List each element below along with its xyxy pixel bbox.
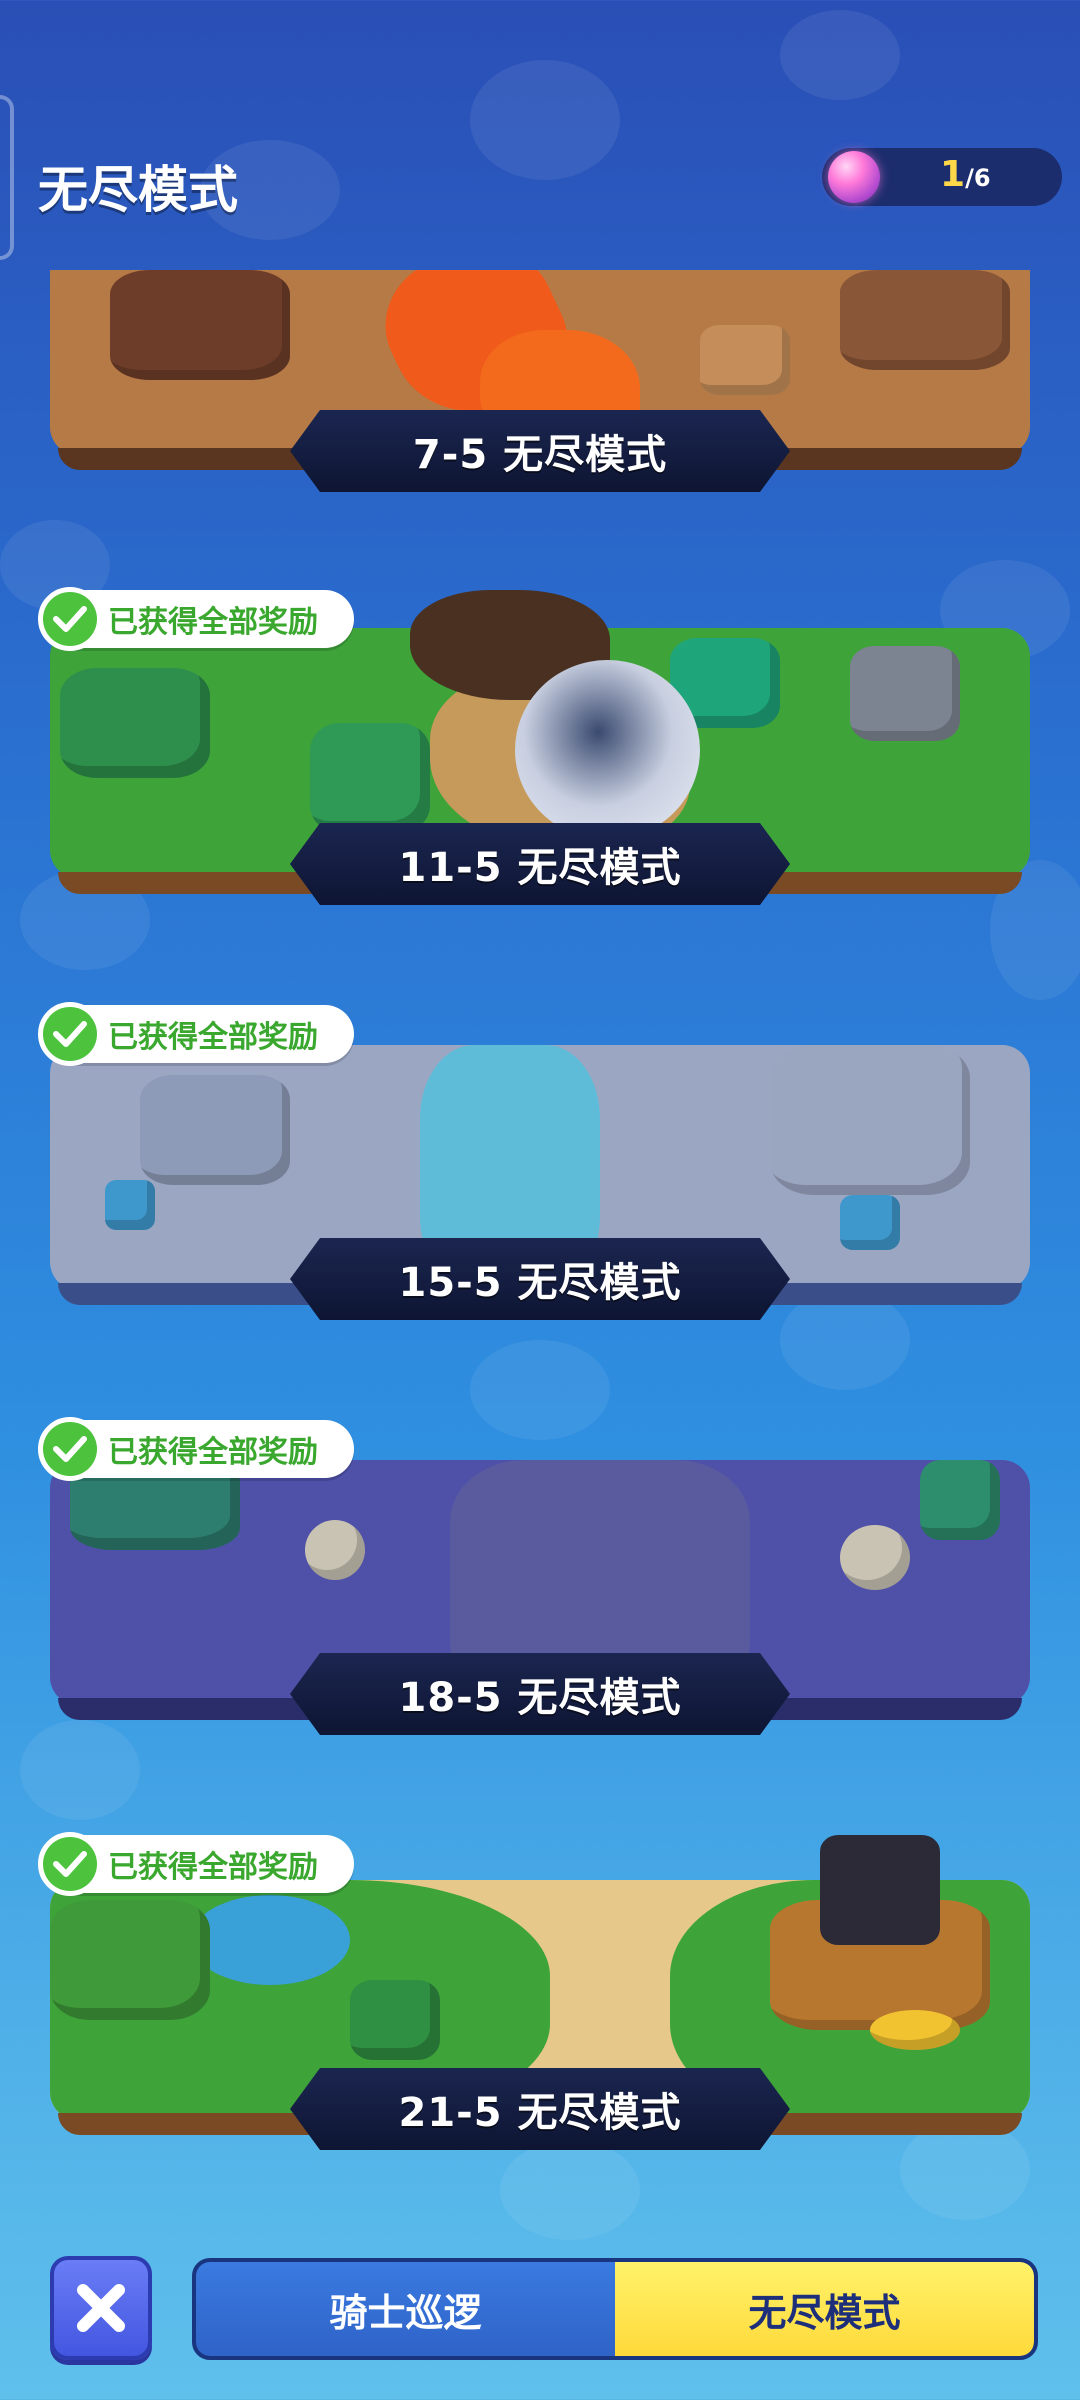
reward-badge-text: 已获得全部奖励 [108, 1435, 318, 1470]
level-card-18-5[interactable]: 18-5 无尽模式 已获得全部奖励 [38, 1417, 1030, 1740]
close-icon [77, 2284, 125, 2332]
gem-icon [828, 151, 880, 203]
reward-badge-text: 已获得全部奖励 [108, 605, 318, 640]
crystal [105, 1180, 155, 1230]
reward-claimed-badge: 已获得全部奖励 [38, 587, 354, 651]
gold-coins [870, 2010, 960, 2050]
rock [850, 646, 960, 741]
tombstone [840, 1525, 910, 1590]
tab-endless-mode[interactable]: 无尽模式 [615, 2262, 1034, 2356]
back-edge-handle[interactable] [0, 95, 14, 260]
ship-sail [820, 1835, 940, 1945]
background-decoration [780, 10, 900, 100]
gem-count: 1/6 [940, 154, 991, 195]
check-icon [38, 1002, 102, 1066]
tree [60, 668, 210, 778]
tab-knight-patrol[interactable]: 骑士巡逻 [196, 2262, 615, 2356]
gem-count-current: 1 [940, 154, 966, 195]
background-decoration [500, 2140, 640, 2240]
ice-rock [770, 1045, 970, 1195]
level-label: 15-5 无尽模式 [398, 1260, 682, 1306]
reward-badge-text: 已获得全部奖励 [108, 1850, 318, 1885]
level-label: 7-5 无尽模式 [412, 432, 668, 478]
check-icon [38, 1832, 102, 1896]
level-card-7-5[interactable]: 7-5 无尽模式 [50, 270, 1030, 492]
level-label: 21-5 无尽模式 [398, 2090, 682, 2136]
mode-tabs: 骑士巡逻 无尽模式 [192, 2258, 1038, 2360]
palm-tree [50, 1900, 210, 2020]
level-banner: 11-5 无尽模式 [290, 823, 790, 905]
reward-claimed-badge: 已获得全部奖励 [38, 1002, 354, 1066]
level-banner: 21-5 无尽模式 [290, 2068, 790, 2150]
bush [350, 1980, 440, 2060]
volcano-rock [110, 270, 290, 380]
gem-count-total: /6 [965, 164, 991, 192]
level-banner: 15-5 无尽模式 [290, 1238, 790, 1320]
tombstone [305, 1520, 365, 1580]
crystal [840, 1195, 900, 1250]
check-icon [38, 587, 102, 651]
level-label: 18-5 无尽模式 [398, 1675, 682, 1721]
level-card-21-5[interactable]: 21-5 无尽模式 已获得全部奖励 [38, 1832, 1030, 2155]
level-banner: 18-5 无尽模式 [290, 1653, 790, 1735]
rock [840, 270, 1010, 370]
tree [310, 723, 430, 833]
pond [190, 1895, 350, 1985]
level-card-11-5[interactable]: 11-5 无尽模式 已获得全部奖励 [38, 587, 1030, 910]
reward-claimed-badge: 已获得全部奖励 [38, 1417, 354, 1481]
level-label: 11-5 无尽模式 [398, 845, 682, 891]
reward-claimed-badge: 已获得全部奖励 [38, 1832, 354, 1896]
reward-badge-text: 已获得全部奖励 [108, 1020, 318, 1055]
background-decoration [470, 60, 620, 180]
page-title: 无尽模式 [38, 161, 238, 219]
level-card-15-5[interactable]: 15-5 无尽模式 已获得全部奖励 [38, 1002, 1030, 1325]
close-button[interactable] [50, 2256, 152, 2360]
snow-globe [515, 660, 700, 840]
check-icon [38, 1417, 102, 1481]
tree [920, 1460, 1000, 1540]
ice-rock [140, 1075, 290, 1185]
rock [700, 325, 790, 395]
gem-counter: 1/6 [822, 148, 1062, 206]
level-banner: 7-5 无尽模式 [290, 410, 790, 492]
